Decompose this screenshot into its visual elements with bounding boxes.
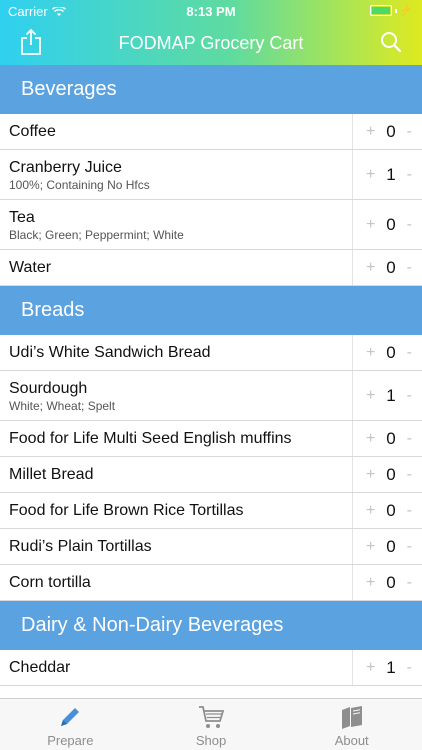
quantity-stepper: + 0 -: [352, 114, 422, 149]
quantity-stepper: + 1 -: [352, 371, 422, 420]
item-name: Cranberry Juice: [9, 158, 122, 176]
section-header-breads: Breads: [0, 286, 422, 335]
section-header-beverages: Beverages: [0, 65, 422, 114]
item-subtitle: White; Wheat; Spelt: [9, 398, 116, 413]
decrement-button[interactable]: -: [407, 430, 412, 448]
tab-label: Shop: [195, 733, 227, 748]
list-item[interactable]: Food for Life Brown Rice Tortillas + 0 -: [0, 493, 422, 529]
charging-icon: ⚡: [399, 5, 412, 16]
quantity-stepper: + 0 -: [352, 457, 422, 492]
list-item[interactable]: Food for Life Multi Seed English muffins…: [0, 421, 422, 457]
item-name: Food for Life Brown Rice Tortillas: [9, 501, 244, 519]
decrement-button[interactable]: -: [407, 123, 412, 141]
decrement-button[interactable]: -: [407, 466, 412, 484]
decrement-button[interactable]: -: [407, 259, 412, 277]
increment-button[interactable]: +: [366, 466, 375, 484]
quantity-stepper: + 1 -: [352, 650, 422, 685]
decrement-button[interactable]: -: [407, 502, 412, 520]
increment-button[interactable]: +: [366, 574, 375, 592]
list-item[interactable]: Sourdough White; Wheat; Spelt + 1 -: [0, 371, 422, 421]
grocery-list[interactable]: Beverages Coffee + 0 - Cranberry Juice 1…: [0, 65, 422, 698]
item-count: 0: [386, 257, 396, 277]
increment-button[interactable]: +: [366, 344, 375, 362]
item-count: 0: [386, 500, 396, 520]
item-name: Food for Life Multi Seed English muffins: [9, 429, 292, 447]
decrement-button[interactable]: -: [407, 166, 412, 184]
page-title: FODMAP Grocery Cart: [118, 33, 304, 53]
section-header-dairy: Dairy & Non-Dairy Beverages: [0, 601, 422, 650]
item-count: 0: [386, 572, 396, 592]
item-name: Cheddar: [9, 658, 71, 676]
decrement-button[interactable]: -: [407, 538, 412, 556]
increment-button[interactable]: +: [366, 166, 375, 184]
tab-shop[interactable]: Shop: [141, 699, 282, 750]
battery-icon: ⚡: [369, 5, 412, 16]
quantity-stepper: + 0 -: [352, 250, 422, 285]
item-count: 0: [386, 121, 396, 141]
list-item[interactable]: Udi’s White Sandwich Bread + 0 -: [0, 335, 422, 371]
quantity-stepper: + 1 -: [352, 150, 422, 199]
quantity-stepper: + 0 -: [352, 493, 422, 528]
increment-button[interactable]: +: [366, 430, 375, 448]
item-count: 1: [386, 385, 396, 405]
list-item[interactable]: Water + 0 -: [0, 250, 422, 286]
list-item[interactable]: Corn tortilla + 0 -: [0, 565, 422, 601]
tab-label: Prepare: [47, 733, 94, 748]
item-count: 0: [386, 536, 396, 556]
cart-icon: [199, 706, 225, 728]
item-name: Udi’s White Sandwich Bread: [9, 343, 211, 361]
increment-button[interactable]: +: [366, 538, 375, 556]
decrement-button[interactable]: -: [407, 216, 412, 234]
list-item[interactable]: Rudi’s Plain Tortillas + 0 -: [0, 529, 422, 565]
item-count: 1: [386, 164, 396, 184]
increment-button[interactable]: +: [366, 659, 375, 677]
pencil-icon: [61, 708, 80, 726]
nav-bar: Carrier 8:13 PM ⚡ FODMAP Grocery Cart: [0, 0, 422, 65]
item-count: 0: [386, 214, 396, 234]
decrement-button[interactable]: -: [407, 344, 412, 362]
quantity-stepper: + 0 -: [352, 529, 422, 564]
item-name: Corn tortilla: [9, 573, 91, 591]
item-count: 0: [386, 428, 396, 448]
item-count: 0: [386, 464, 396, 484]
item-count: 0: [386, 342, 396, 362]
list-item[interactable]: Coffee + 0 -: [0, 114, 422, 150]
list-item[interactable]: Cheddar + 1 -: [0, 650, 422, 686]
status-time: 8:13 PM: [186, 4, 236, 19]
quantity-stepper: + 0 -: [352, 200, 422, 249]
list-item[interactable]: Tea Black; Green; Peppermint; White + 0 …: [0, 200, 422, 250]
item-subtitle: Black; Green; Peppermint; White: [9, 227, 184, 242]
search-icon[interactable]: [380, 31, 402, 53]
item-name: Coffee: [9, 122, 56, 140]
books-icon: [341, 706, 362, 729]
item-subtitle: 100%; Containing No Hfcs: [9, 177, 150, 192]
quantity-stepper: + 0 -: [352, 565, 422, 600]
tab-label: About: [334, 733, 369, 748]
increment-button[interactable]: +: [366, 216, 375, 234]
increment-button[interactable]: +: [366, 123, 375, 141]
item-name: Rudi’s Plain Tortillas: [9, 537, 152, 555]
item-name: Water: [9, 258, 52, 276]
list-item[interactable]: Millet Bread + 0 -: [0, 457, 422, 493]
list-item[interactable]: Cranberry Juice 100%; Containing No Hfcs…: [0, 150, 422, 200]
decrement-button[interactable]: -: [407, 574, 412, 592]
tab-bar: Prepare Shop About: [0, 698, 422, 750]
decrement-button[interactable]: -: [407, 659, 412, 677]
increment-button[interactable]: +: [366, 387, 375, 405]
item-count: 1: [386, 657, 396, 677]
tab-about[interactable]: About: [281, 699, 422, 750]
quantity-stepper: + 0 -: [352, 335, 422, 370]
item-name: Millet Bread: [9, 465, 94, 483]
quantity-stepper: + 0 -: [352, 421, 422, 456]
tab-prepare[interactable]: Prepare: [0, 699, 141, 750]
increment-button[interactable]: +: [366, 259, 375, 277]
item-name: Sourdough: [9, 379, 88, 397]
increment-button[interactable]: +: [366, 502, 375, 520]
item-name: Tea: [9, 208, 35, 226]
decrement-button[interactable]: -: [407, 387, 412, 405]
